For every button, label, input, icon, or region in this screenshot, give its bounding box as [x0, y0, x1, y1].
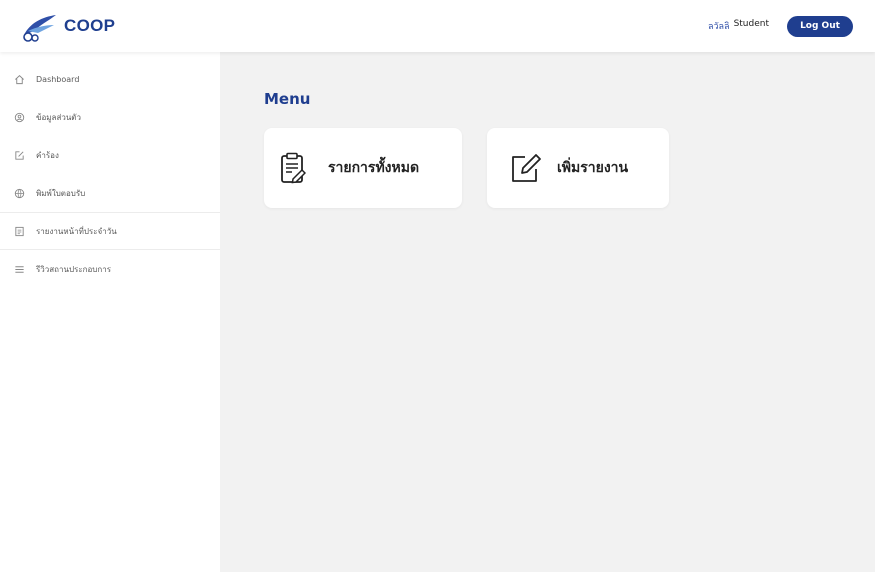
globe-icon: [13, 187, 25, 199]
all-reports-card[interactable]: รายการทั้งหมด: [264, 128, 462, 208]
header-right: ลวัลลิ Student Log Out: [708, 15, 853, 37]
sidebar-item-label: รีวิวสถานประกอบการ: [36, 264, 111, 274]
edit-icon: [509, 152, 543, 184]
user-name: ลวัลลิ: [707, 22, 730, 32]
sidebar-item-label: รายงานหน้าที่ประจำวัน: [36, 226, 117, 236]
logo-text: COOP: [64, 16, 116, 35]
logout-button[interactable]: Log Out: [787, 15, 853, 37]
main-content: Menu รายการทั้งหมด เพิ่มรายงาน: [220, 52, 875, 572]
sidebar-item-company-review[interactable]: รีวิวสถานประกอบการ: [0, 250, 220, 288]
sidebar-item-print-acceptance[interactable]: พิมพ์ใบตอบรับ: [0, 174, 220, 212]
clipboard-icon: [280, 152, 306, 184]
sidebar-item-label: ข้อมูลส่วนตัว: [36, 112, 81, 122]
sidebar-item-dashboard[interactable]: Dashboard: [0, 60, 220, 98]
sidebar-item-label: Dashboard: [36, 74, 80, 84]
sidebar-item-daily-report[interactable]: รายงานหน้าที่ประจำวัน: [0, 212, 220, 250]
sidebar-item-request[interactable]: คำร้อง: [0, 136, 220, 174]
id-icon: [13, 111, 25, 123]
logo[interactable]: COOP: [18, 9, 115, 43]
list-icon: [13, 263, 25, 275]
sidebar-item-label: พิมพ์ใบตอบรับ: [36, 188, 86, 198]
sidebar: Dashboard ข้อมูลส่วนตัว คำร้อง พิมพ์ใบตอ…: [0, 52, 220, 572]
header: COOP ลวัลลิ Student Log Out: [0, 0, 875, 52]
coop-logo-icon: [18, 9, 60, 43]
home-icon: [13, 73, 25, 85]
page-title: Menu: [264, 90, 311, 108]
card-label: รายการทั้งหมด: [328, 160, 420, 176]
edit-icon: [13, 149, 25, 161]
document-icon: [13, 225, 25, 237]
sidebar-item-label: คำร้อง: [36, 150, 59, 160]
sidebar-item-profile[interactable]: ข้อมูลส่วนตัว: [0, 98, 220, 136]
add-report-card[interactable]: เพิ่มรายงาน: [487, 128, 669, 208]
user-info: ลวัลลิ Student: [708, 19, 769, 33]
card-label: เพิ่มรายงาน: [557, 160, 629, 176]
user-role: Student: [733, 19, 769, 29]
